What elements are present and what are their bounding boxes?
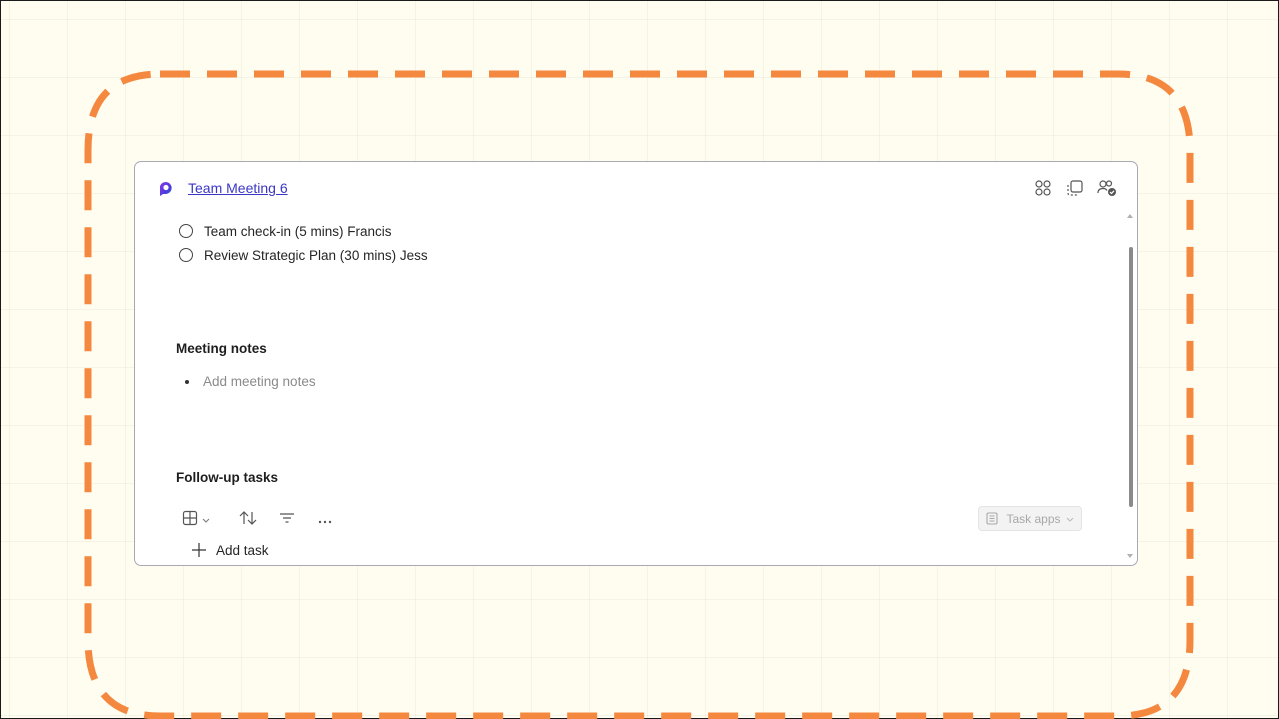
loop-component-card: Team Meeting 6 Team check-in (5 mins) Fr… [134,161,1138,566]
meeting-notes-item[interactable]: Add meeting notes [185,374,316,389]
agenda-item-label[interactable]: Review Strategic Plan (30 mins) Jess [204,248,428,263]
table-view-icon [182,510,198,531]
add-task-label: Add task [216,542,269,558]
agenda-list: Team check-in (5 mins) Francis Review St… [179,219,428,267]
filter-icon [279,511,295,530]
scrollbar-thumb[interactable] [1129,247,1133,507]
chevron-down-icon [202,511,210,529]
agenda-item: Team check-in (5 mins) Francis [179,219,428,243]
table-view-button[interactable] [182,510,220,530]
agenda-item-label[interactable]: Team check-in (5 mins) Francis [204,224,392,239]
task-apps-icon [986,512,999,525]
filter-button[interactable] [271,510,303,530]
chevron-down-icon [1066,515,1074,523]
agenda-item-checkbox[interactable] [179,248,193,262]
task-apps-label: Task apps [1006,511,1061,526]
add-task-button[interactable]: Add task [191,542,269,558]
tasks-toolbar [182,510,343,530]
meeting-title-link[interactable]: Team Meeting 6 [188,180,288,196]
apps-grid-icon[interactable] [1033,178,1053,198]
meeting-notes-heading: Meeting notes [176,341,267,356]
sort-icon [238,510,258,531]
more-icon [317,511,333,529]
more-options-button[interactable] [307,510,343,530]
scroll-up-arrow-icon[interactable] [1127,214,1133,218]
header-actions [1033,178,1117,198]
plus-icon [191,542,207,558]
meeting-notes-placeholder[interactable]: Add meeting notes [203,374,316,389]
task-apps-button[interactable]: Task apps [978,506,1082,531]
copy-component-icon[interactable] [1065,178,1085,198]
loop-logo-icon [157,179,175,197]
scroll-down-arrow-icon[interactable] [1127,554,1133,558]
agenda-item: Review Strategic Plan (30 mins) Jess [179,243,428,267]
sort-button[interactable] [228,510,268,530]
vertical-scrollbar[interactable] [1126,212,1135,560]
follow-up-tasks-heading: Follow-up tasks [176,470,279,485]
bullet-icon [185,379,189,384]
people-check-icon[interactable] [1097,178,1117,198]
agenda-item-checkbox[interactable] [179,224,193,238]
